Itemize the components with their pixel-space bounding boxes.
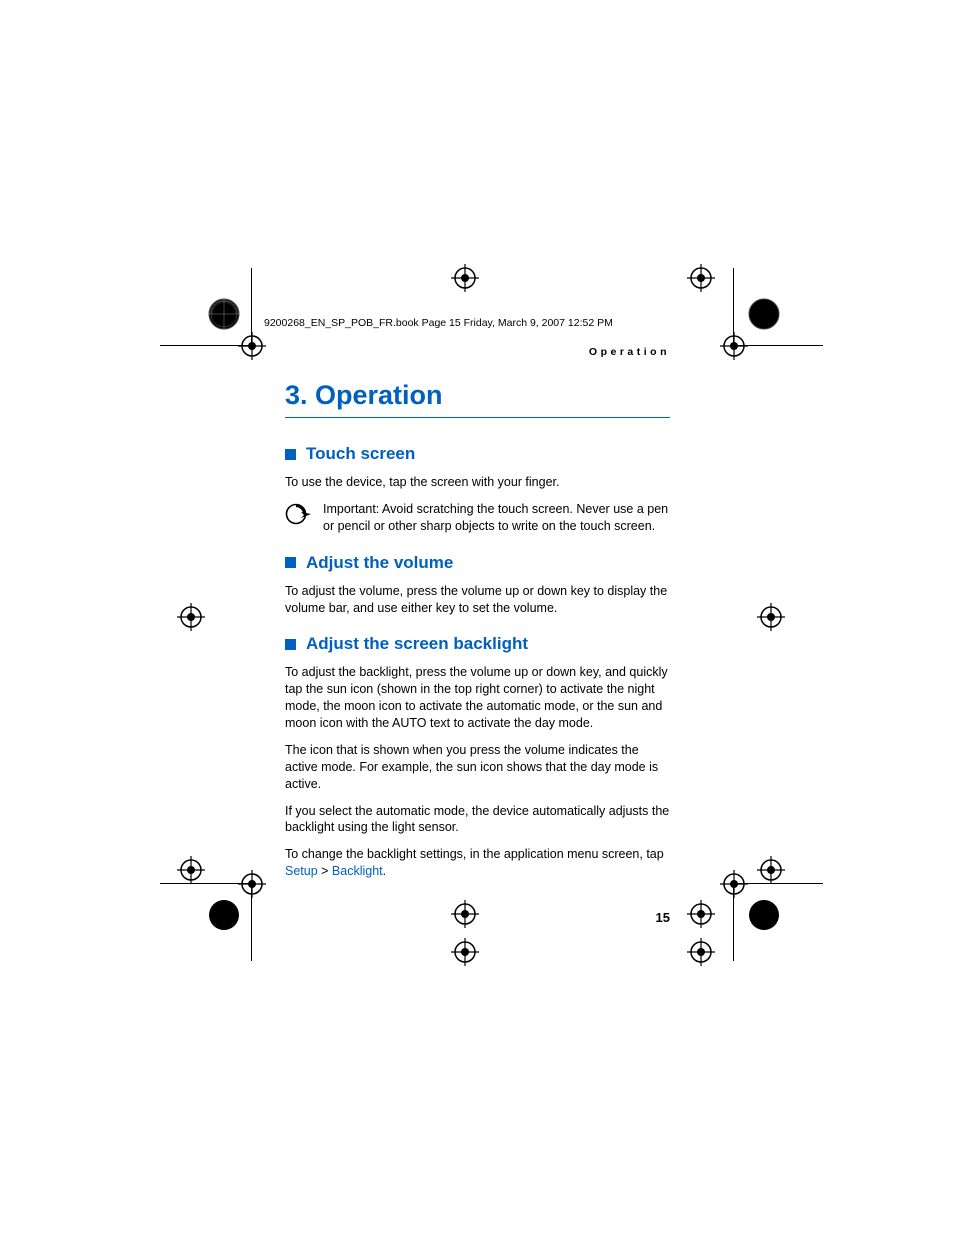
printers-mark-line-icon xyxy=(733,883,734,961)
printers-mark-solid-icon xyxy=(205,896,243,934)
section-heading: Adjust the volume xyxy=(285,553,670,573)
section-adjust-volume: Adjust the volume To adjust the volume, … xyxy=(285,553,670,617)
body-paragraph: To adjust the backlight, press the volum… xyxy=(285,664,670,732)
printers-mark-solid-icon xyxy=(745,896,783,934)
printers-mark-line-icon xyxy=(733,268,734,346)
running-header: Operation xyxy=(285,346,670,358)
printers-mark-crosshair-icon xyxy=(720,870,748,898)
printers-mark-crosshair-icon xyxy=(687,900,715,928)
link-setup: Setup xyxy=(285,864,318,878)
breadcrumb-separator: > xyxy=(318,864,332,878)
printers-mark-crosshair-icon xyxy=(451,900,479,928)
print-job-info: 9200268_EN_SP_POB_FR.book Page 15 Friday… xyxy=(264,317,613,329)
text-suffix: . xyxy=(383,864,386,878)
body-paragraph: If you select the automatic mode, the de… xyxy=(285,803,670,837)
printers-mark-crosshair-icon xyxy=(451,264,479,292)
chapter-title: 3. Operation xyxy=(285,380,670,418)
printers-mark-crosshair-icon xyxy=(687,938,715,966)
link-backlight: Backlight xyxy=(332,864,383,878)
printers-mark-crosshair-icon xyxy=(720,332,748,360)
important-arrow-icon xyxy=(285,503,311,530)
section-touch-screen: Touch screen To use the device, tap the … xyxy=(285,444,670,535)
body-paragraph: To adjust the volume, press the volume u… xyxy=(285,583,670,617)
printers-mark-line-icon xyxy=(733,883,823,884)
printers-mark-crosshair-icon xyxy=(757,856,785,884)
printers-mark-crosshair-icon xyxy=(757,603,785,631)
bullet-square-icon xyxy=(285,639,296,650)
bullet-square-icon xyxy=(285,449,296,460)
printers-mark-line-icon xyxy=(733,345,823,346)
printers-mark-line-icon xyxy=(251,268,252,346)
printers-mark-solid-icon xyxy=(205,295,243,333)
bullet-square-icon xyxy=(285,557,296,568)
printers-mark-crosshair-icon xyxy=(177,856,205,884)
printers-mark-crosshair-icon xyxy=(177,603,205,631)
text-prefix: To change the backlight settings, in the… xyxy=(285,847,664,861)
section-heading: Adjust the screen backlight xyxy=(285,634,670,654)
body-paragraph-with-links: To change the backlight settings, in the… xyxy=(285,846,670,880)
important-note: Important: Avoid scratching the touch sc… xyxy=(285,501,670,535)
body-paragraph: To use the device, tap the screen with y… xyxy=(285,474,670,491)
section-adjust-backlight: Adjust the screen backlight To adjust th… xyxy=(285,634,670,880)
printers-mark-line-icon xyxy=(160,345,252,346)
section-heading-text: Adjust the screen backlight xyxy=(306,634,528,654)
printers-mark-crosshair-icon xyxy=(451,938,479,966)
printers-mark-line-icon xyxy=(251,883,252,961)
body-paragraph: The icon that is shown when you press th… xyxy=(285,742,670,793)
printers-mark-solid-icon xyxy=(745,295,783,333)
page-content: Operation 3. Operation Touch screen To u… xyxy=(285,346,670,925)
printers-mark-line-icon xyxy=(160,883,252,884)
printers-mark-crosshair-icon xyxy=(687,264,715,292)
printers-mark-crosshair-icon xyxy=(238,870,266,898)
section-heading-text: Touch screen xyxy=(306,444,415,464)
important-text: Important: Avoid scratching the touch sc… xyxy=(323,501,670,535)
section-heading: Touch screen xyxy=(285,444,670,464)
section-heading-text: Adjust the volume xyxy=(306,553,453,573)
printers-mark-crosshair-icon xyxy=(238,332,266,360)
